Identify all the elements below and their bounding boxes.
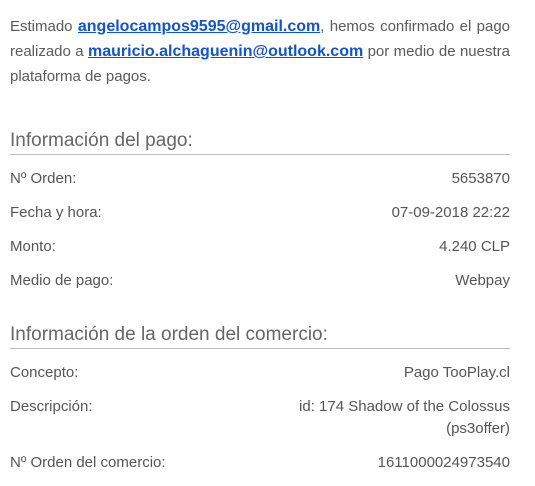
concept-value: Pago TooPlay.cl [403, 364, 510, 381]
concept-label: Concepto: [10, 364, 79, 381]
order-info-table: Concepto: Pago TooPlay.cl Descripción: i… [10, 362, 510, 474]
merchant-order-number-row: Nº Orden del comercio: 1611000024973540 [10, 452, 510, 474]
payment-info-title: Información del pago: [10, 130, 510, 155]
date-time-label: Fecha y hora: [10, 204, 102, 221]
order-info-title: Información de la orden del comercio: [10, 324, 510, 349]
order-number-value: 5653870 [451, 170, 510, 187]
date-time-value: 07-09-2018 22:22 [391, 204, 510, 221]
order-number-row: Nº Orden: 5653870 [10, 168, 510, 190]
payment-method-row: Medio de pago: Webpay [10, 270, 510, 292]
merchant-email-link[interactable]: mauricio.alchaguenin@outlook.com [88, 43, 363, 60]
amount-label: Monto: [10, 238, 56, 255]
customer-email-link[interactable]: angelocampos9595@gmail.com [78, 18, 320, 35]
greeting-text: Estimado [10, 18, 73, 35]
payment-method-label: Medio de pago: [10, 272, 114, 289]
merchant-order-number-label: Nº Orden del comercio: [10, 454, 166, 471]
order-number-label: Nº Orden: [10, 170, 77, 187]
date-time-row: Fecha y hora: 07-09-2018 22:22 [10, 202, 510, 224]
intro-paragraph: Estimado angelocampos9595@gmail.com, hem… [10, 0, 510, 89]
description-label: Descripción: [10, 398, 93, 415]
description-row: Descripción: id: 174 Shadow of the Colos… [10, 396, 510, 440]
email-body: Estimado angelocampos9595@gmail.com, hem… [10, 0, 510, 486]
amount-value: 4.240 CLP [439, 238, 510, 255]
amount-row: Monto: 4.240 CLP [10, 236, 510, 258]
merchant-order-number-value: 1611000024973540 [377, 454, 510, 471]
payment-method-value: Webpay [455, 272, 510, 289]
description-value: id: 174 Shadow of the Colossus (ps3offer… [299, 398, 510, 437]
concept-row: Concepto: Pago TooPlay.cl [10, 362, 510, 384]
payment-info-table: Nº Orden: 5653870 Fecha y hora: 07-09-20… [10, 168, 510, 292]
